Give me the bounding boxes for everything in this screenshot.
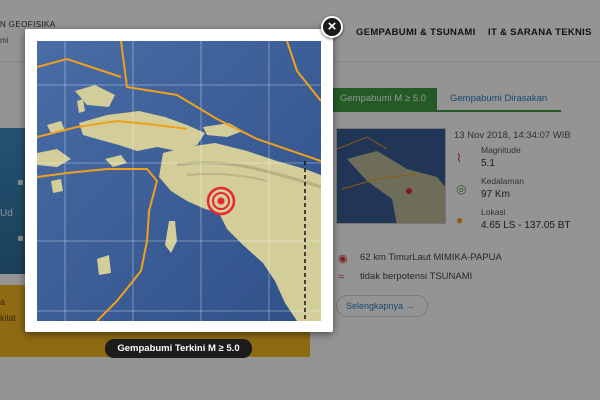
map-modal: [25, 29, 333, 332]
earthquake-map: [37, 41, 321, 321]
close-icon[interactable]: ×: [321, 16, 343, 38]
seismic-map-icon: [37, 41, 321, 321]
modal-caption: Gempabumi Terkini M ≥ 5.0: [105, 339, 252, 358]
